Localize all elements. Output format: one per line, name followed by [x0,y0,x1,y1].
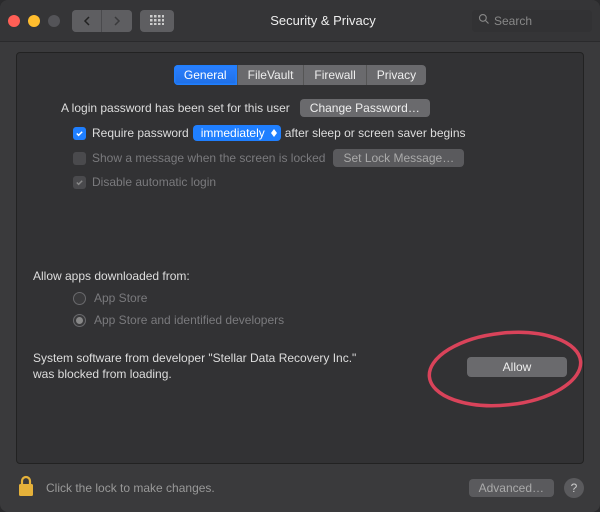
window-minimize-button[interactable] [28,15,40,27]
advanced-button[interactable]: Advanced… [469,479,554,497]
tab-firewall[interactable]: Firewall [304,65,366,85]
tab-privacy[interactable]: Privacy [367,65,426,85]
show-all-button[interactable] [140,10,174,32]
radio-appstore-label: App Store [94,291,147,305]
search-icon [478,13,494,28]
search-field[interactable]: Search [472,10,592,32]
window-zoom-button[interactable] [48,15,60,27]
nav-forward-button[interactable] [102,10,132,32]
change-password-button[interactable]: Change Password… [300,99,430,117]
require-password-delay-popup[interactable]: immediately [193,125,281,141]
nav-back-forward [72,10,132,32]
downloads-heading: Allow apps downloaded from: [33,269,567,283]
login-password-label: A login password has been set for this u… [61,101,290,115]
lock-hint-text: Click the lock to make changes. [46,481,469,495]
radio-identified-developers-label: App Store and identified developers [94,313,284,327]
window-title: Security & Privacy [182,13,464,28]
nav-back-button[interactable] [72,10,102,32]
require-password-after-label: after sleep or screen saver begins [285,126,466,140]
footer: Click the lock to make changes. Advanced… [0,464,600,512]
show-message-label: Show a message when the screen is locked [92,151,325,165]
chevron-updown-icon [271,129,277,137]
require-password-label: Require password [92,126,189,140]
traffic-lights [8,15,60,27]
prefs-window: Security & Privacy Search General FileVa… [0,0,600,512]
disable-auto-login-checkbox [73,176,86,189]
require-password-delay-value: immediately [201,126,265,140]
tab-filevault[interactable]: FileVault [238,65,305,85]
show-message-checkbox [73,152,86,165]
titlebar: Security & Privacy Search [0,0,600,42]
set-lock-message-button: Set Lock Message… [333,149,464,167]
window-close-button[interactable] [8,15,20,27]
require-password-checkbox[interactable] [73,127,86,140]
disable-auto-login-label: Disable automatic login [92,175,216,189]
tab-bar: General FileVault Firewall Privacy [33,65,567,85]
blocked-software-text: System software from developer "Stellar … [33,351,373,382]
content-pane: General FileVault Firewall Privacy A log… [16,52,584,464]
radio-appstore [73,292,86,305]
radio-identified-developers [73,314,86,327]
search-placeholder: Search [494,14,532,28]
allow-button[interactable]: Allow [467,357,567,377]
lock-icon[interactable] [16,474,36,503]
help-button[interactable]: ? [564,478,584,498]
grid-icon [150,12,164,30]
tab-general[interactable]: General [174,65,238,85]
